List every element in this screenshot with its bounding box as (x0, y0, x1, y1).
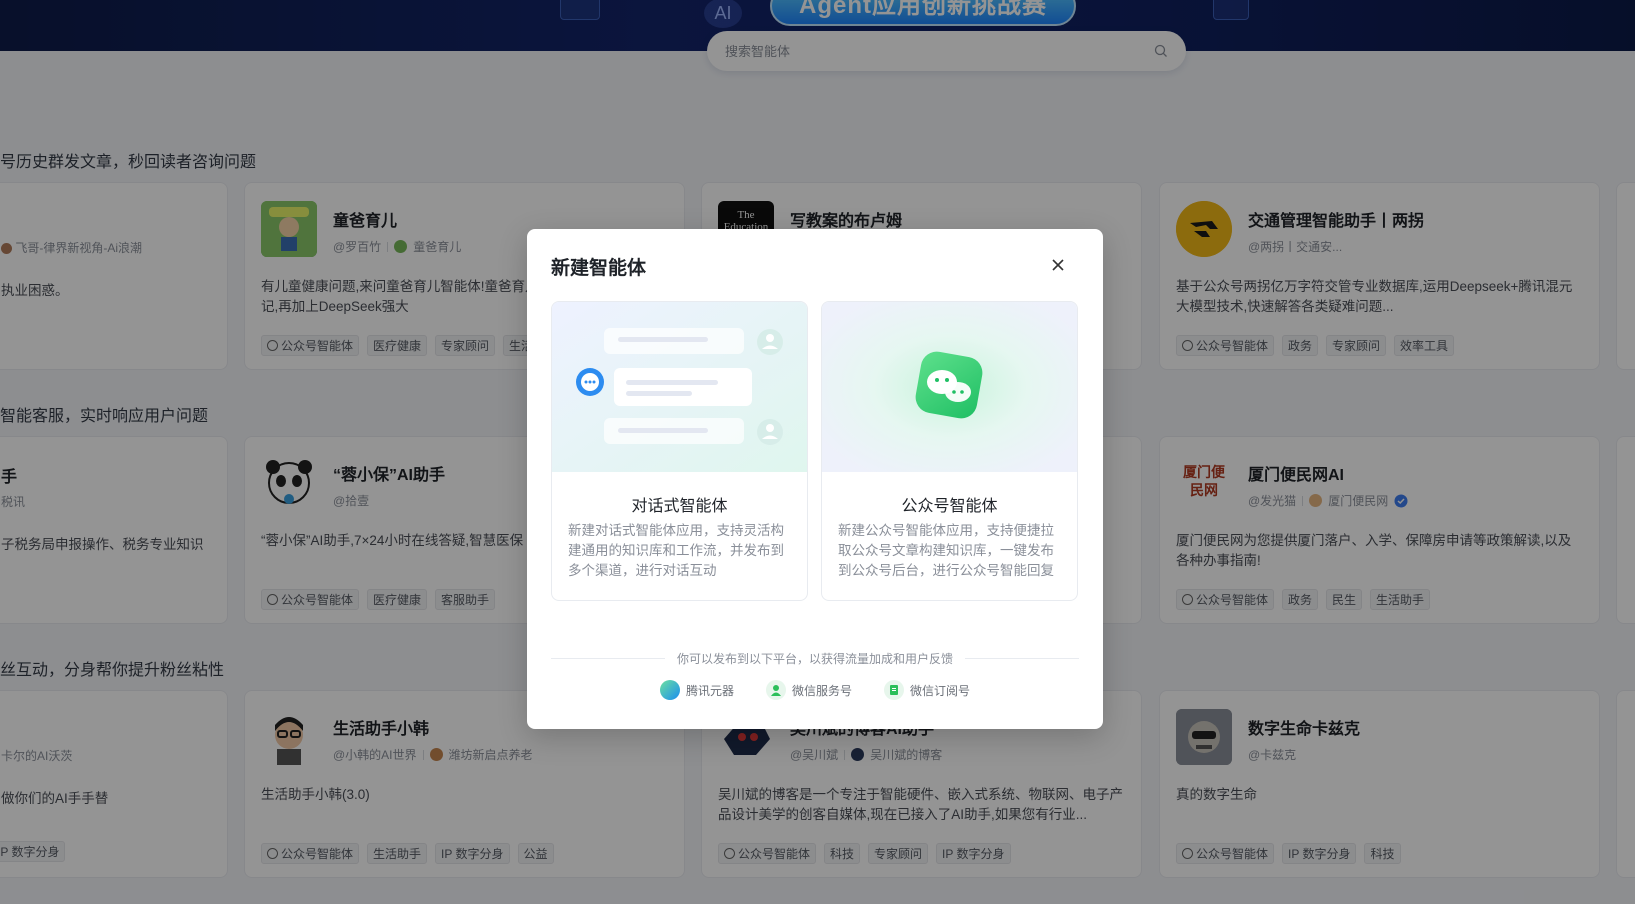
option-desc: 新建对话式智能体应用，支持灵活构建通用的知识库和工作流，并发布到多个渠道，进行对… (568, 523, 784, 578)
option-title: 公众号智能体 (901, 498, 998, 515)
option-desc: 新建公众号智能体应用，支持便捷拉取公众号文章构建知识库，一键发布到公众号后台，进… (838, 523, 1054, 578)
new-agent-modal: 新建智能体 对话式智能体 新建对话式智能体应用，支持灵活构建通用的知识库和工作流… (527, 229, 1103, 729)
platform-label: 微信订阅号 (910, 683, 971, 698)
platform-list: 腾讯元器 微信服务号 微信订阅号 (527, 680, 1103, 700)
option-title: 对话式智能体 (631, 498, 728, 515)
platform-label: 微信服务号 (791, 683, 852, 698)
subscription-account-icon (884, 680, 904, 700)
platform-wechat-subscription[interactable]: 微信订阅号 (884, 680, 970, 700)
platform-hint: 你可以发布到以下平台，以获得流量加成和用户反馈 (551, 650, 1080, 667)
close-icon[interactable] (1046, 253, 1070, 277)
platform-label: 腾讯元器 (685, 683, 734, 698)
platform-wechat-service[interactable]: 微信服务号 (765, 680, 852, 700)
divider (965, 658, 1080, 659)
yuanqi-logo-icon (659, 680, 680, 700)
modal-title: 新建智能体 (551, 258, 647, 279)
option-official-account-agent[interactable]: 公众号智能体 新建公众号智能体应用，支持便捷拉取公众号文章构建知识库，一键发布到… (821, 301, 1078, 601)
platform-hint-text: 你可以发布到以下平台，以获得流量加成和用户反馈 (677, 652, 954, 666)
service-account-icon (765, 680, 786, 700)
divider (551, 658, 665, 659)
option-chat-agent[interactable]: 对话式智能体 新建对话式智能体应用，支持灵活构建通用的知识库和工作流，并发布到多… (551, 301, 808, 601)
platform-yuanqi[interactable]: 腾讯元器 (659, 680, 734, 700)
wechat-illustration-icon (822, 302, 1077, 472)
chat-illustration-icon (552, 302, 807, 472)
